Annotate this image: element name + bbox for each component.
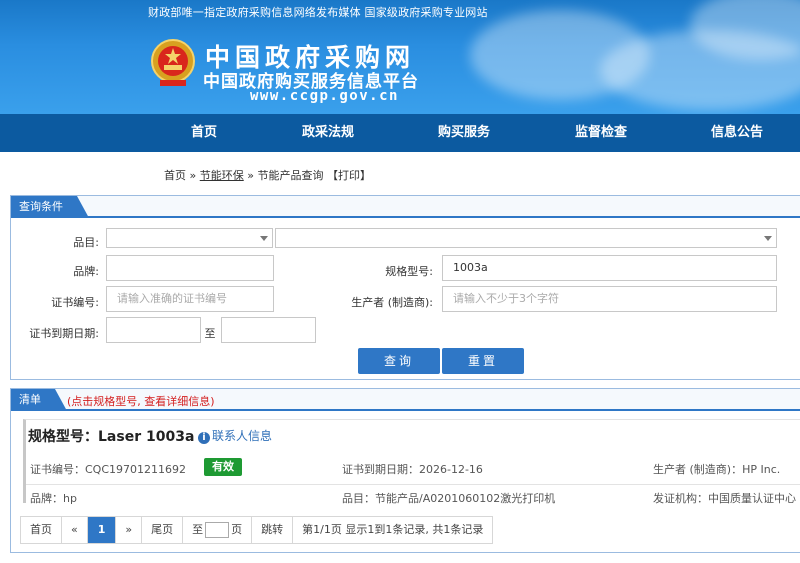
contact-info-link[interactable]: i 联系人信息 <box>198 427 272 444</box>
expiry-start-input[interactable] <box>106 317 201 343</box>
query-panel-title: 查询条件 <box>11 196 89 218</box>
page-prev[interactable]: « <box>62 517 88 543</box>
list-panel-header: 清单 (点击规格型号, 查看详细信息) <box>11 389 800 411</box>
logo-url: www.ccgp.gov.cn <box>250 88 399 104</box>
model-label: 规格型号: <box>385 265 433 278</box>
breadcrumb-separator: » <box>247 169 254 182</box>
goto-suffix: 页 <box>231 523 243 536</box>
national-emblem-icon <box>151 39 195 86</box>
breadcrumb-current: 节能产品查询 <box>257 169 324 182</box>
category: 品目：节能产品/A0201060102激光打印机 <box>342 492 556 505</box>
breadcrumb-energy-saving[interactable]: 节能环保 <box>200 169 244 182</box>
cert-no-label: 证书编号: <box>51 296 99 309</box>
page-next[interactable]: » <box>116 517 143 543</box>
breadcrumb: 首页 » 节能环保 » 节能产品查询 【打印】 <box>164 167 371 183</box>
expiry-to-label: 至 <box>204 327 216 340</box>
model-title-link[interactable]: 规格型号：Laser 1003a <box>28 426 194 446</box>
goto-page-input[interactable] <box>205 522 230 538</box>
cert-number: 证书编号：CQC19701211692 <box>30 463 187 476</box>
chevron-down-icon <box>764 236 772 241</box>
page-current[interactable]: 1 <box>87 517 117 543</box>
site-tagline: 财政部唯一指定政府采购信息网络发布媒体 国家级政府采购专业网站 <box>148 6 488 19</box>
query-panel-header: 查询条件 <box>11 196 800 218</box>
list-hint-note: (点击规格型号, 查看详细信息) <box>67 395 215 408</box>
nav-regulations[interactable]: 政采法规 <box>278 114 378 152</box>
print-link[interactable]: 【打印】 <box>327 169 371 182</box>
brand: 品牌：hp <box>30 492 77 505</box>
pagination: 首页 « 1 » 尾页 至页 跳转 第1/1页 显示1到1条记录, 共1条记录 <box>20 516 494 544</box>
main-nav: 首页 政采法规 购买服务 监督检查 信息公告 <box>0 114 800 152</box>
query-panel: 查询条件 品目: 品牌: 规格型号: 1003a 证书编号: 请输入准确的证书编… <box>10 195 800 380</box>
manufacturer-label: 生产者 (制造商): <box>351 296 433 309</box>
nav-purchase-services[interactable]: 购买服务 <box>414 114 514 152</box>
site-header: 财政部唯一指定政府采购信息网络发布媒体 国家级政府采购专业网站 中国政府采购网 … <box>0 0 800 114</box>
category-label: 品目: <box>73 236 99 249</box>
brand-label: 品牌: <box>73 265 99 278</box>
category-select-primary[interactable] <box>106 228 273 248</box>
brand-input[interactable] <box>106 255 274 281</box>
breadcrumb-home[interactable]: 首页 <box>164 169 186 182</box>
manufacturer-input[interactable]: 请输入不少于3个字符 <box>442 286 777 312</box>
list-item: 规格型号：Laser 1003a i 联系人信息 证书编号：CQC19701211… <box>23 419 800 505</box>
search-button[interactable]: 查询 <box>358 348 440 374</box>
status-badge: 有效 <box>204 458 242 476</box>
page-first[interactable]: 首页 <box>21 517 62 543</box>
goto-prefix: 至 <box>192 523 204 536</box>
jump-button[interactable]: 跳转 <box>252 517 294 543</box>
info-icon: i <box>198 432 210 444</box>
breadcrumb-separator: » <box>189 169 197 182</box>
contact-info-label: 联系人信息 <box>212 429 273 443</box>
page-last[interactable]: 尾页 <box>142 517 184 543</box>
page-summary: 第1/1页 显示1到1条记录, 共1条记录 <box>302 523 484 536</box>
reset-button[interactable]: 重置 <box>442 348 524 374</box>
list-panel-title: 清单 <box>11 389 67 411</box>
model-input[interactable]: 1003a <box>442 255 777 281</box>
nav-supervision[interactable]: 监督检查 <box>551 114 651 152</box>
manufacturer: 生产者 (制造商)：HP Inc. <box>653 463 781 476</box>
expiry-label: 证书到期日期: <box>29 327 99 340</box>
page-goto: 至页 <box>183 517 253 543</box>
nav-announcements[interactable]: 信息公告 <box>687 114 787 152</box>
expiry-date: 证书到期日期：2026-12-16 <box>342 463 483 476</box>
item-divider <box>26 484 800 485</box>
category-select-secondary[interactable] <box>275 228 777 248</box>
chevron-down-icon <box>260 236 268 241</box>
nav-home[interactable]: 首页 <box>154 114 254 152</box>
expiry-end-input[interactable] <box>221 317 316 343</box>
issuing-authority: 发证机构：中国质量认证中心 <box>653 492 796 505</box>
cert-no-input[interactable]: 请输入准确的证书编号 <box>106 286 274 312</box>
